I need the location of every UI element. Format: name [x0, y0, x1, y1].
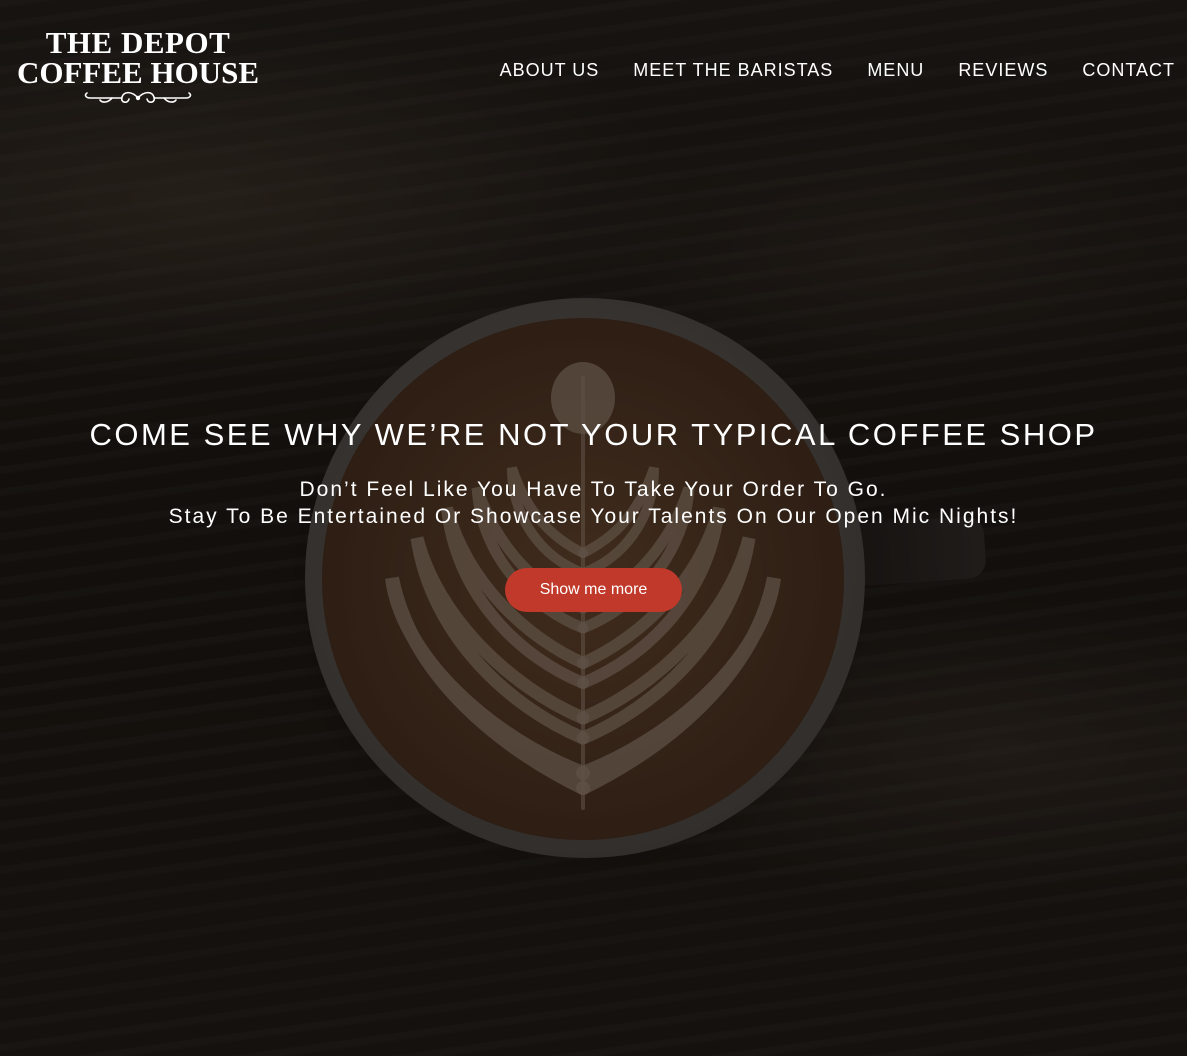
- hero-subline-1: Don’t Feel Like You Have To Take Your Or…: [299, 478, 888, 501]
- main-nav: ABOUT US MEET THE BARISTAS MENU REVIEWS …: [500, 60, 1175, 81]
- show-me-more-button[interactable]: Show me more: [505, 568, 682, 612]
- nav-menu[interactable]: MENU: [867, 60, 924, 81]
- site-logo[interactable]: THE DEPOT COFFEE HOUSE: [12, 25, 264, 107]
- hero-subline: Don’t Feel Like You Have To Take Your Or…: [0, 476, 1187, 530]
- hero-headline: COME SEE WHY WE’RE NOT YOUR TYPICAL COFF…: [89, 417, 1098, 452]
- logo-line-2: COFFEE HOUSE: [16, 55, 259, 90]
- nav-contact[interactable]: CONTACT: [1082, 60, 1175, 81]
- hero-content: COME SEE WHY WE’RE NOT YOUR TYPICAL COFF…: [0, 414, 1187, 612]
- logo-line-1: THE DEPOT: [45, 25, 231, 60]
- ornament-icon: [84, 91, 192, 103]
- nav-about-us[interactable]: ABOUT US: [500, 60, 600, 81]
- nav-meet-the-baristas[interactable]: MEET THE BARISTAS: [633, 60, 833, 81]
- hero-subline-2: Stay To Be Entertained Or Showcase Your …: [168, 505, 1019, 528]
- nav-reviews[interactable]: REVIEWS: [958, 60, 1048, 81]
- hero-section: THE DEPOT COFFEE HOUSE ABOUT US MEET THE…: [0, 0, 1187, 1056]
